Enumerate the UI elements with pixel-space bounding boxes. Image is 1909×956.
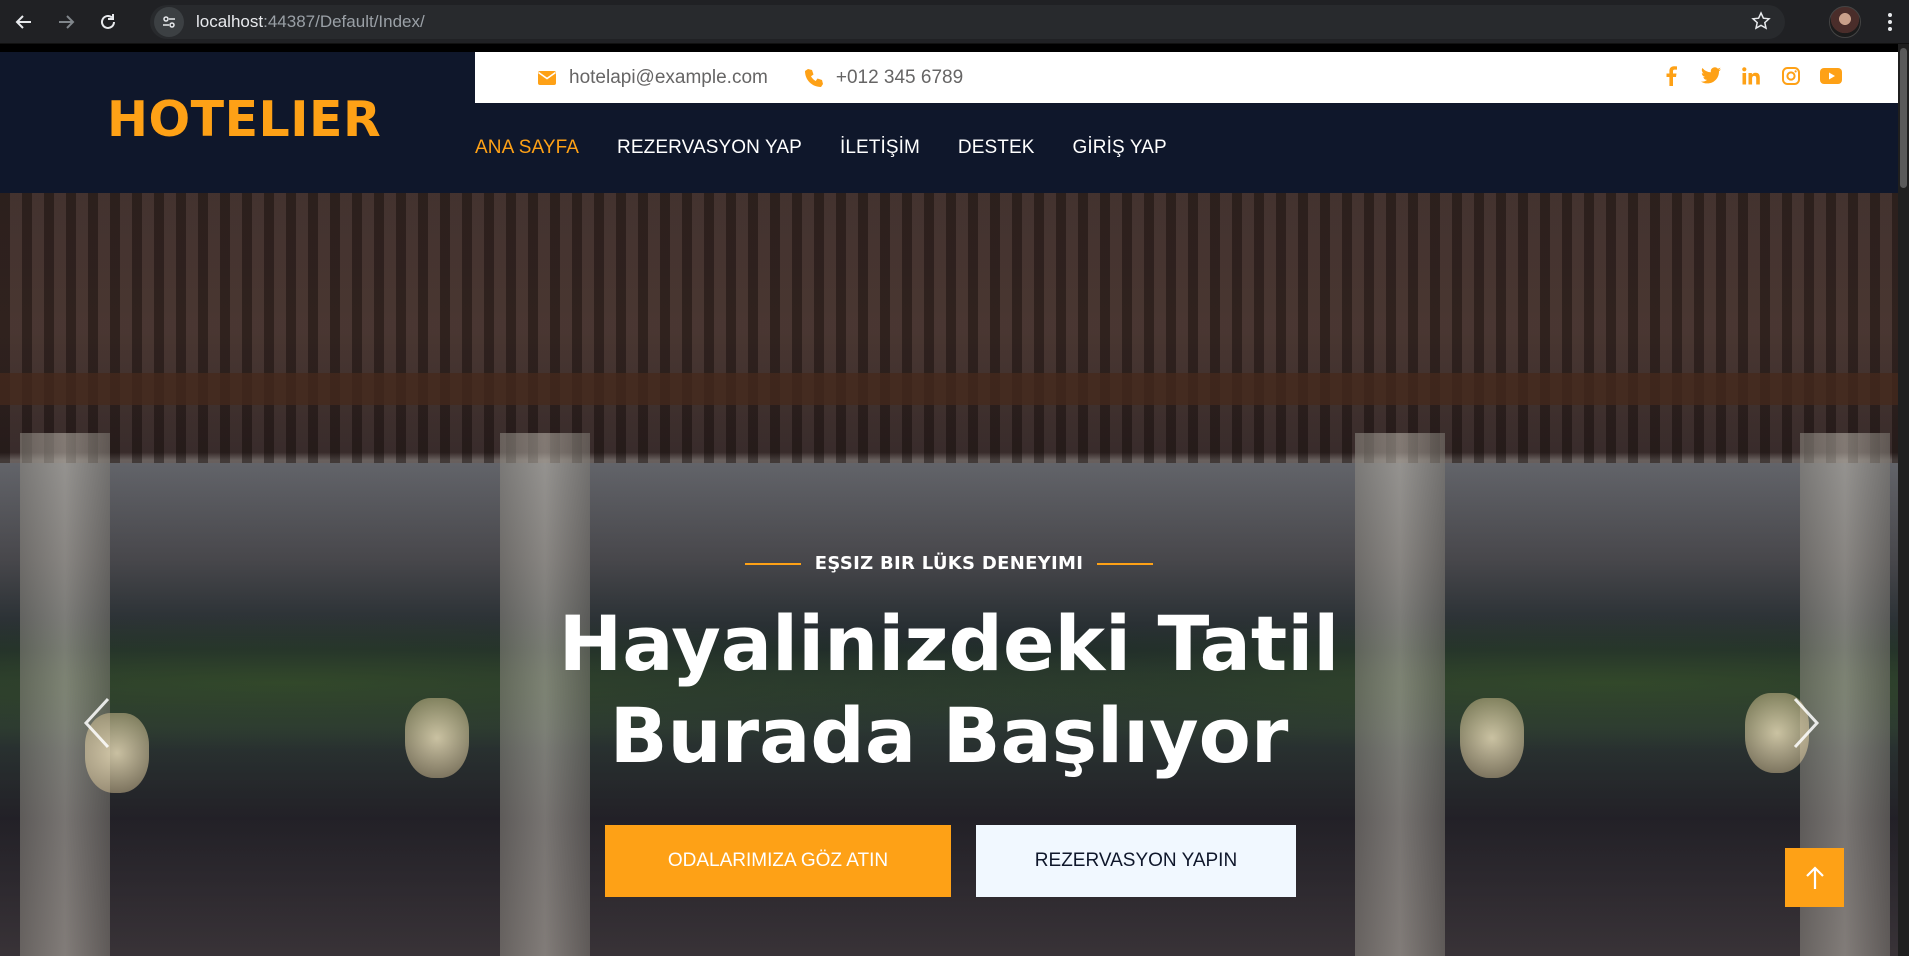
tune-icon	[163, 16, 175, 28]
linkedin-icon[interactable]	[1740, 65, 1762, 87]
twitter-icon[interactable]	[1700, 65, 1722, 87]
back-button[interactable]	[6, 4, 42, 40]
url-host: localhost	[196, 12, 264, 31]
nav-link-support[interactable]: DESTEK	[958, 137, 1035, 159]
social-links	[1660, 65, 1842, 87]
browser-toolbar: localhost:44387/Default/Index/	[0, 0, 1909, 44]
contact-phone: +012 345 6789	[802, 66, 963, 90]
hero-headline: Hayalinizdeki Tatil Burada Başlıyor	[0, 598, 1898, 782]
chevron-left-icon	[83, 697, 110, 749]
site-info-button[interactable]	[154, 7, 184, 37]
scrollbar-thumb[interactable]	[1900, 48, 1907, 188]
site-header: HOTELIER hotelapi@example.com +012 345 6…	[0, 52, 1898, 193]
arrow-right-icon	[59, 14, 75, 29]
browser-menu-icon[interactable]	[1878, 10, 1902, 34]
instagram-icon[interactable]	[1780, 65, 1802, 87]
hero-eyebrow-text: EŞSIZ BIR LÜKS DENEYIMI	[814, 553, 1084, 574]
youtube-icon[interactable]	[1820, 65, 1842, 87]
hero-headline-line1: Hayalinizdeki Tatil	[558, 599, 1340, 688]
brand-logo[interactable]: HOTELIER	[107, 91, 381, 148]
hero-eyebrow: EŞSIZ BIR LÜKS DENEYIMI	[0, 553, 1898, 574]
carousel-prev-button[interactable]	[78, 693, 118, 753]
profile-avatar[interactable]	[1829, 6, 1861, 38]
eyebrow-line-left	[744, 562, 801, 565]
chevron-right-icon	[1793, 697, 1820, 749]
page-scrollbar[interactable]	[1898, 44, 1909, 956]
arrow-up-icon	[1805, 865, 1824, 889]
contact-email-text: hotelapi@example.com	[569, 66, 768, 88]
explore-rooms-button[interactable]: ODALARIMIZA GÖZ ATIN	[605, 825, 951, 897]
arrow-left-icon	[15, 14, 31, 29]
contact-email: hotelapi@example.com	[535, 66, 768, 90]
phone-icon	[802, 66, 826, 90]
address-bar[interactable]: localhost:44387/Default/Index/	[150, 5, 1785, 39]
url-path: :44387/Default/Index/	[263, 12, 425, 31]
hero-carousel: EŞSIZ BIR LÜKS DENEYIMI Hayalinizdeki Ta…	[0, 193, 1898, 956]
facebook-icon[interactable]	[1660, 65, 1682, 87]
hero-headline-line2: Burada Başlıyor	[609, 691, 1289, 780]
back-to-top-button[interactable]	[1785, 848, 1844, 907]
book-now-button[interactable]: REZERVASYON YAPIN	[976, 825, 1296, 897]
carousel-next-button[interactable]	[1785, 693, 1825, 753]
contact-phone-text: +012 345 6789	[835, 66, 964, 88]
url-text[interactable]: localhost:44387/Default/Index/	[196, 12, 425, 32]
forward-button[interactable]	[48, 4, 84, 40]
brand-block: HOTELIER	[0, 52, 475, 193]
nav-link-contact[interactable]: İLETİŞİM	[840, 137, 920, 159]
hero-content: EŞSIZ BIR LÜKS DENEYIMI Hayalinizdeki Ta…	[0, 193, 1898, 956]
bookmark-star-icon[interactable]	[1751, 11, 1771, 36]
nav-link-login[interactable]: GİRİŞ YAP	[1073, 137, 1167, 159]
reload-icon	[101, 13, 115, 29]
envelope-icon	[535, 66, 559, 90]
eyebrow-line-right	[1097, 562, 1154, 565]
contact-topbar: hotelapi@example.com +012 345 6789	[475, 52, 1898, 103]
nav-link-reservation[interactable]: REZERVASYON YAP	[617, 137, 802, 159]
nav-link-home[interactable]: ANA SAYFA	[475, 137, 579, 159]
main-nav: ANA SAYFA REZERVASYON YAP İLETİŞİM DESTE…	[475, 103, 1205, 193]
reload-button[interactable]	[90, 4, 126, 40]
